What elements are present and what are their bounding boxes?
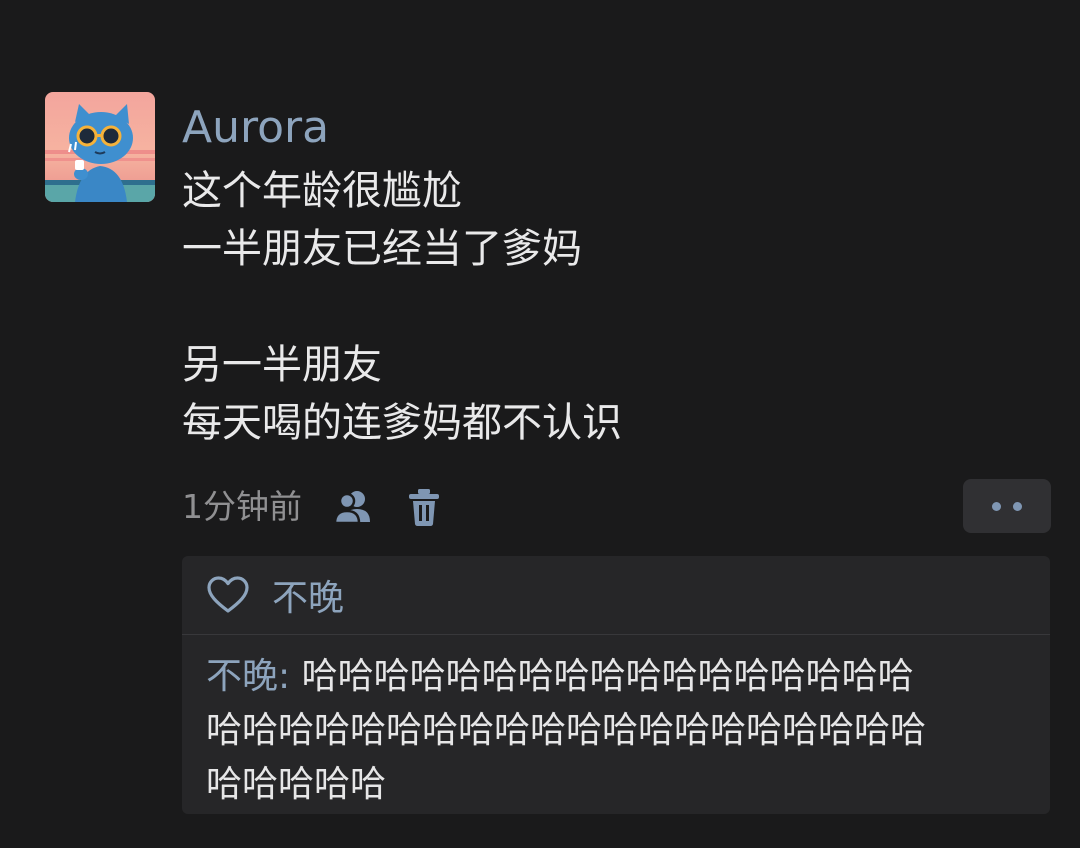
moment-post: Aurora 这个年龄很尴尬 一半朋友已经当了爹妈 另一半朋友 每天喝的连爹妈都… — [0, 0, 1080, 848]
comment-separator: : — [278, 656, 302, 697]
post-content-line: 一半朋友已经当了爹妈 — [182, 226, 582, 272]
post-content-line: 另一半朋友 — [182, 342, 382, 388]
friends-icon[interactable] — [332, 485, 376, 529]
comment-text: 哈哈哈哈哈哈哈哈哈哈哈哈哈哈哈哈哈 — [301, 656, 914, 697]
comment-line: 哈哈哈哈哈 — [206, 764, 387, 805]
avatar[interactable] — [45, 92, 155, 202]
post-content-line — [182, 278, 1042, 336]
liker-name[interactable]: 不晚 — [272, 569, 344, 621]
comment[interactable]: 不晚: 哈哈哈哈哈哈哈哈哈哈哈哈哈哈哈哈哈 哈哈哈哈哈哈哈哈哈哈哈哈哈哈哈哈哈哈… — [206, 650, 1036, 812]
post-content-line: 每天喝的连爹妈都不认识 — [182, 400, 622, 446]
avatar-cat-illustration — [45, 92, 155, 202]
post-username[interactable]: Aurora — [182, 100, 329, 156]
heart-icon — [206, 573, 250, 617]
interaction-panel: 不晚 不晚: 哈哈哈哈哈哈哈哈哈哈哈哈哈哈哈哈哈 哈哈哈哈哈哈哈哈哈哈哈哈哈哈哈… — [182, 556, 1050, 814]
post-content-line: 这个年龄很尴尬 — [182, 168, 462, 214]
more-options-button[interactable] — [963, 479, 1051, 533]
more-dots-icon — [992, 501, 1001, 511]
comment-author[interactable]: 不晚 — [206, 656, 278, 697]
comment-line: 哈哈哈哈哈哈哈哈哈哈哈哈哈哈哈哈哈哈哈哈 — [206, 710, 927, 751]
post-meta: 1分钟前 — [182, 482, 446, 532]
post-timestamp: 1分钟前 — [182, 487, 302, 526]
comment-line: 不晚: 哈哈哈哈哈哈哈哈哈哈哈哈哈哈哈哈哈 — [206, 650, 1036, 704]
more-dots-icon — [1013, 501, 1022, 511]
trash-icon[interactable] — [402, 485, 446, 529]
post-content: 这个年龄很尴尬 一半朋友已经当了爹妈 另一半朋友 每天喝的连爹妈都不认识 — [182, 162, 1042, 452]
likes-row: 不晚 — [182, 556, 1050, 635]
